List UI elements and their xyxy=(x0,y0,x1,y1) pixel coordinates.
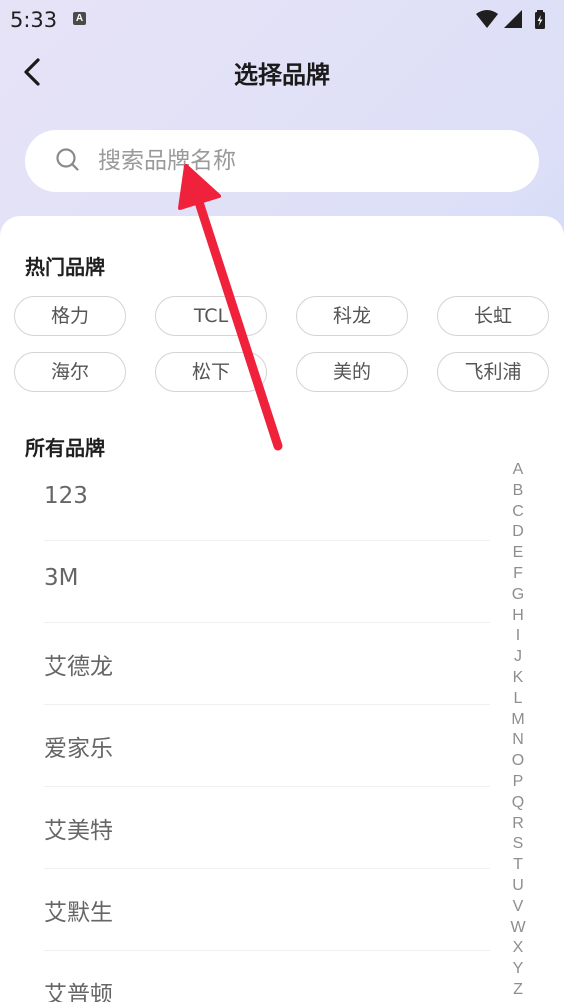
index-letter[interactable]: W xyxy=(505,918,531,939)
index-letter[interactable]: C xyxy=(505,502,531,523)
nav-bar: 选择品牌 xyxy=(0,40,564,104)
index-letter[interactable]: I xyxy=(505,626,531,647)
index-letter[interactable]: L xyxy=(505,689,531,710)
brand-list-item[interactable]: 艾普顿 xyxy=(44,951,490,1002)
index-letter[interactable]: Q xyxy=(505,793,531,814)
search-input[interactable] xyxy=(98,130,518,192)
index-letter[interactable]: Y xyxy=(505,959,531,980)
index-letter[interactable]: F xyxy=(505,564,531,585)
page-title: 选择品牌 xyxy=(234,61,330,89)
index-letter[interactable]: O xyxy=(505,751,531,772)
hot-brand-chip[interactable]: 飞利浦 xyxy=(437,352,549,392)
hot-brand-chip[interactable]: 海尔 xyxy=(14,352,126,392)
hot-brand-chip[interactable]: 科龙 xyxy=(296,296,408,336)
status-bar: 5:33 A xyxy=(0,0,564,40)
brand-name: 艾美特 xyxy=(44,818,113,844)
hot-brand-chip[interactable]: TCL xyxy=(155,296,267,336)
alphabet-index: ABCDEFGHIJKLMNOPQRSTUVWXYZ xyxy=(505,460,531,1001)
index-letter[interactable]: B xyxy=(505,481,531,502)
brand-list-item[interactable]: 123 xyxy=(44,459,490,541)
hot-brand-chip[interactable]: 长虹 xyxy=(437,296,549,336)
index-letter[interactable]: K xyxy=(505,668,531,689)
index-letter[interactable]: V xyxy=(505,897,531,918)
notification-icon: A xyxy=(73,12,86,25)
index-letter[interactable]: T xyxy=(505,855,531,876)
all-brands-title: 所有品牌 xyxy=(25,436,105,460)
brand-list-item[interactable]: 3M xyxy=(44,541,490,623)
hot-brands-title: 热门品牌 xyxy=(25,255,105,279)
index-letter[interactable]: R xyxy=(505,814,531,835)
brand-list-item[interactable]: 艾德龙 xyxy=(44,623,490,705)
index-letter[interactable]: A xyxy=(505,460,531,481)
brand-name: 3M xyxy=(44,565,79,591)
index-letter[interactable]: Z xyxy=(505,980,531,1001)
index-letter[interactable]: E xyxy=(505,543,531,564)
brand-name: 爱家乐 xyxy=(44,736,113,762)
brand-name: 艾普顿 xyxy=(44,982,113,1002)
index-letter[interactable]: X xyxy=(505,938,531,959)
index-letter[interactable]: M xyxy=(505,710,531,731)
status-icons xyxy=(476,10,545,29)
brand-list-item[interactable]: 艾美特 xyxy=(44,787,490,869)
hot-brand-chip[interactable]: 美的 xyxy=(296,352,408,392)
index-letter[interactable]: S xyxy=(505,834,531,855)
index-letter[interactable]: D xyxy=(505,522,531,543)
battery-icon xyxy=(535,10,545,29)
index-letter[interactable]: J xyxy=(505,647,531,668)
index-letter[interactable]: U xyxy=(505,876,531,897)
hot-brand-chip[interactable]: 格力 xyxy=(14,296,126,336)
brand-name: 艾默生 xyxy=(44,900,113,926)
status-time: 5:33 xyxy=(10,8,58,32)
signal-icon xyxy=(504,10,522,28)
hot-brand-chip[interactable]: 松下 xyxy=(155,352,267,392)
index-letter[interactable]: H xyxy=(505,606,531,627)
index-letter[interactable]: N xyxy=(505,730,531,751)
brand-name: 艾德龙 xyxy=(44,654,113,680)
search-bar[interactable] xyxy=(25,130,539,192)
brand-list-item[interactable]: 艾默生 xyxy=(44,869,490,951)
brand-name: 123 xyxy=(44,483,88,509)
brand-list-item[interactable]: 爱家乐 xyxy=(44,705,490,787)
index-letter[interactable]: P xyxy=(505,772,531,793)
brand-panel: 热门品牌 格力 TCL 科龙 长虹 海尔 松下 美的 飞利浦 所有品牌 123 … xyxy=(0,216,564,1002)
wifi-icon xyxy=(476,10,498,28)
search-icon xyxy=(56,148,79,171)
index-letter[interactable]: G xyxy=(505,585,531,606)
